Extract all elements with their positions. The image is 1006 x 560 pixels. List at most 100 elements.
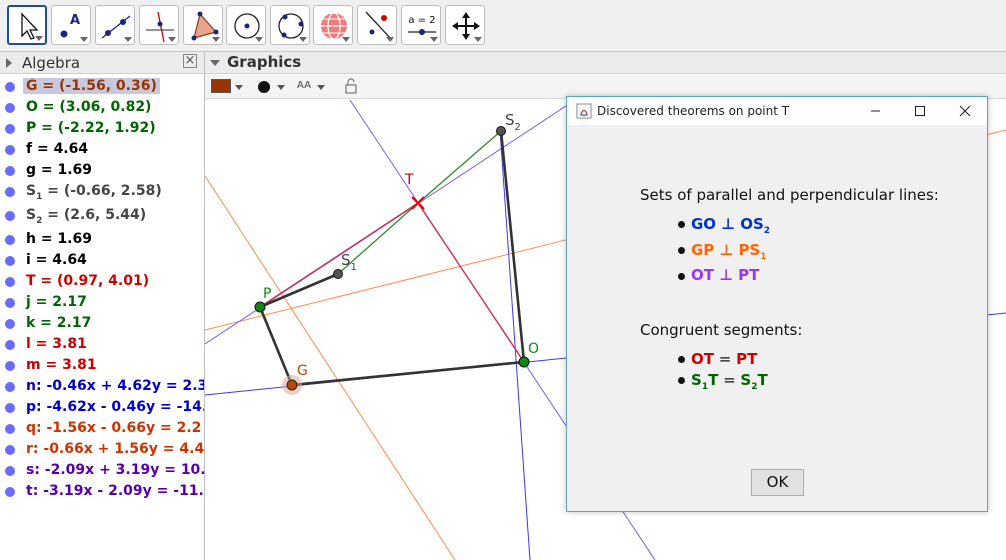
algebra-item[interactable]: t: -3.19x - 2.09y = -11.48 xyxy=(0,481,204,502)
algebra-item[interactable]: G = (-1.56, 0.36) xyxy=(0,76,204,97)
point-tool-button[interactable]: A xyxy=(51,5,91,45)
algebra-item[interactable]: f = 4.64 xyxy=(0,139,204,160)
perpendicular-line-tool-button[interactable] xyxy=(139,5,179,45)
algebra-item[interactable]: r: -0.66x + 1.56y = 4.46 xyxy=(0,439,204,460)
segment-ot[interactable] xyxy=(417,202,525,363)
visibility-toggle-icon[interactable] xyxy=(5,319,15,329)
algebra-item[interactable]: j = 2.17 xyxy=(0,292,204,313)
point-s1[interactable] xyxy=(333,269,343,279)
algebra-item-text[interactable]: j = 2.17 xyxy=(26,294,87,310)
algebra-item[interactable]: p: -4.62x - 0.46y = -14.51 xyxy=(0,397,204,418)
point-t[interactable] xyxy=(411,196,425,210)
algebra-item-text[interactable]: g = 1.69 xyxy=(26,162,92,178)
globe-tool-button[interactable] xyxy=(313,5,353,45)
visibility-toggle-icon[interactable] xyxy=(5,340,15,350)
collapse-arrow-icon[interactable] xyxy=(6,58,12,68)
close-icon xyxy=(959,105,971,117)
visibility-toggle-icon[interactable] xyxy=(5,166,15,176)
algebra-item-text[interactable]: i = 4.64 xyxy=(26,252,87,268)
minimize-button[interactable] xyxy=(853,97,897,125)
algebra-item[interactable]: q: -1.56x - 0.66y = 2.2 xyxy=(0,418,204,439)
visibility-toggle-icon[interactable] xyxy=(5,211,15,221)
algebra-item[interactable]: S2 = (2.6, 5.44) xyxy=(0,205,204,229)
algebra-item-text[interactable]: O = (3.06, 0.82) xyxy=(26,99,151,115)
close-dialog-button[interactable] xyxy=(943,97,987,125)
slider-tool-button[interactable]: a = 2 xyxy=(401,5,441,45)
visibility-toggle-icon[interactable] xyxy=(5,103,15,113)
dropdown-arrow-icon[interactable] xyxy=(210,60,220,66)
algebra-item-text[interactable]: r: -0.66x + 1.56y = 4.46 xyxy=(26,441,204,457)
algebra-item[interactable]: n: -0.46x + 4.62y = 2.38 xyxy=(0,376,204,397)
algebra-item[interactable]: P = (-2.22, 1.92) xyxy=(0,118,204,139)
algebra-item-text[interactable]: h = 1.69 xyxy=(26,231,92,247)
algebra-item-text[interactable]: s: -2.09x + 3.19y = 10.76 xyxy=(26,462,204,478)
chevron-down-icon[interactable] xyxy=(317,85,325,90)
visibility-toggle-icon[interactable] xyxy=(5,277,15,287)
algebra-item-text[interactable]: S2 = (2.6, 5.44) xyxy=(26,207,146,226)
algebra-item[interactable]: k = 2.17 xyxy=(0,313,204,334)
visibility-toggle-icon[interactable] xyxy=(5,82,15,92)
algebra-item-text[interactable]: S1 = (-0.66, 2.58) xyxy=(26,183,162,202)
algebra-item-text[interactable]: p: -4.62x - 0.46y = -14.51 xyxy=(26,399,204,415)
visibility-toggle-icon[interactable] xyxy=(5,403,15,413)
algebra-item[interactable]: l = 3.81 xyxy=(0,334,204,355)
move-graphics-tool-button[interactable] xyxy=(445,5,485,45)
algebra-item-text[interactable]: n: -0.46x + 4.62y = 2.38 xyxy=(26,378,204,394)
algebra-item[interactable]: O = (3.06, 0.82) xyxy=(0,97,204,118)
maximize-button[interactable] xyxy=(898,97,942,125)
move-tool-button[interactable] xyxy=(7,5,47,45)
segment-i[interactable] xyxy=(499,130,526,363)
ok-button[interactable]: OK xyxy=(751,469,804,496)
algebra-item-text[interactable]: G = (-1.56, 0.36) xyxy=(23,78,160,94)
dialog-titlebar[interactable]: Discovered theorems on point T xyxy=(567,97,987,125)
segment-f[interactable] xyxy=(258,306,294,386)
visibility-toggle-icon[interactable] xyxy=(5,466,15,476)
visibility-toggle-icon[interactable] xyxy=(5,487,15,497)
visibility-toggle-icon[interactable] xyxy=(5,235,15,245)
polygon-tool-button[interactable] xyxy=(183,5,223,45)
line-q[interactable] xyxy=(205,175,456,560)
algebra-item-text[interactable]: k = 2.17 xyxy=(26,315,91,331)
point-o[interactable] xyxy=(518,356,530,368)
algebra-item[interactable]: i = 4.64 xyxy=(0,250,204,271)
algebra-item[interactable]: T = (0.97, 4.01) xyxy=(0,271,204,292)
color-picker-button[interactable] xyxy=(211,79,231,93)
algebra-item[interactable]: h = 1.69 xyxy=(0,229,204,250)
visibility-toggle-icon[interactable] xyxy=(5,382,15,392)
algebra-item-text[interactable]: l = 3.81 xyxy=(26,336,87,352)
algebra-item-text[interactable]: q: -1.56x - 0.66y = 2.2 xyxy=(26,420,201,436)
algebra-item-text[interactable]: f = 4.64 xyxy=(26,141,88,157)
reflect-tool-button[interactable] xyxy=(357,5,397,45)
visibility-toggle-icon[interactable] xyxy=(5,187,15,197)
circle-tool-button[interactable] xyxy=(226,5,266,45)
visibility-toggle-icon[interactable] xyxy=(5,361,15,371)
algebra-item-text[interactable]: m = 3.81 xyxy=(26,357,97,373)
chevron-down-icon[interactable] xyxy=(235,85,243,90)
point-g[interactable] xyxy=(286,379,298,391)
segment-pt[interactable] xyxy=(259,202,419,308)
segment-g[interactable] xyxy=(291,360,525,387)
close-algebra-button[interactable]: × xyxy=(183,54,197,68)
algebra-item[interactable]: s: -2.09x + 3.19y = 10.76 xyxy=(0,460,204,481)
algebra-item-text[interactable]: t: -3.19x - 2.09y = -11.48 xyxy=(26,483,204,499)
visibility-toggle-icon[interactable] xyxy=(5,145,15,155)
chevron-down-icon[interactable] xyxy=(277,85,285,90)
algebra-item[interactable]: S1 = (-0.66, 2.58) xyxy=(0,181,204,205)
algebra-item[interactable]: m = 3.81 xyxy=(0,355,204,376)
visibility-toggle-icon[interactable] xyxy=(5,445,15,455)
segment-s2t[interactable] xyxy=(417,130,502,204)
algebra-item-text[interactable]: P = (-2.22, 1.92) xyxy=(26,120,156,136)
point-style-button[interactable] xyxy=(258,81,270,93)
visibility-toggle-icon[interactable] xyxy=(5,424,15,434)
algebra-item[interactable]: g = 1.69 xyxy=(0,160,204,181)
algebra-item-text[interactable]: T = (0.97, 4.01) xyxy=(26,273,149,289)
label-style-button[interactable]: AA xyxy=(297,80,311,91)
visibility-toggle-icon[interactable] xyxy=(5,298,15,308)
circle-through-points-tool-button[interactable] xyxy=(270,5,310,45)
line-p[interactable] xyxy=(499,129,531,560)
visibility-toggle-icon[interactable] xyxy=(5,124,15,134)
point-p[interactable] xyxy=(254,301,266,313)
line-tool-button[interactable] xyxy=(95,5,135,45)
lock-icon[interactable] xyxy=(343,77,359,99)
visibility-toggle-icon[interactable] xyxy=(5,256,15,266)
